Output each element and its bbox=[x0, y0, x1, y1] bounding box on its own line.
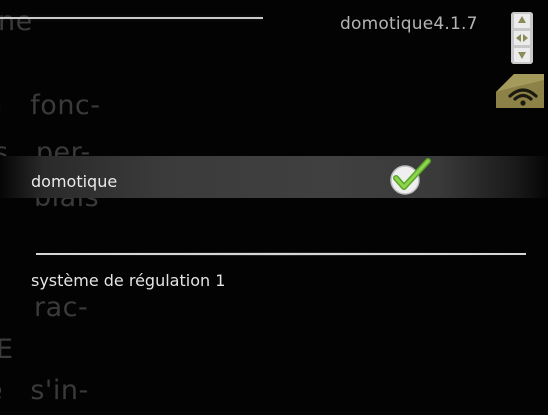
ghost-text: a fonc- bbox=[0, 90, 101, 121]
ghost-text: E bbox=[0, 334, 14, 365]
screen-title: domotique4.1.7 bbox=[340, 14, 478, 34]
menu-item-systeme-de-regulation-1[interactable]: système de régulation 1 bbox=[31, 271, 225, 290]
navigation-dpad-icon[interactable] bbox=[511, 12, 533, 64]
menu-item-label: domotique bbox=[31, 172, 118, 191]
checkmark-icon[interactable] bbox=[388, 158, 432, 196]
ghost-text: rac- bbox=[34, 292, 89, 323]
top-divider bbox=[0, 17, 263, 19]
ghost-text: e s'in- bbox=[0, 375, 89, 406]
menu-divider bbox=[36, 253, 526, 255]
display-screen: ne a fonc- ls per- biais rac- E e s'in- … bbox=[0, 0, 548, 415]
wifi-icon bbox=[496, 74, 544, 108]
